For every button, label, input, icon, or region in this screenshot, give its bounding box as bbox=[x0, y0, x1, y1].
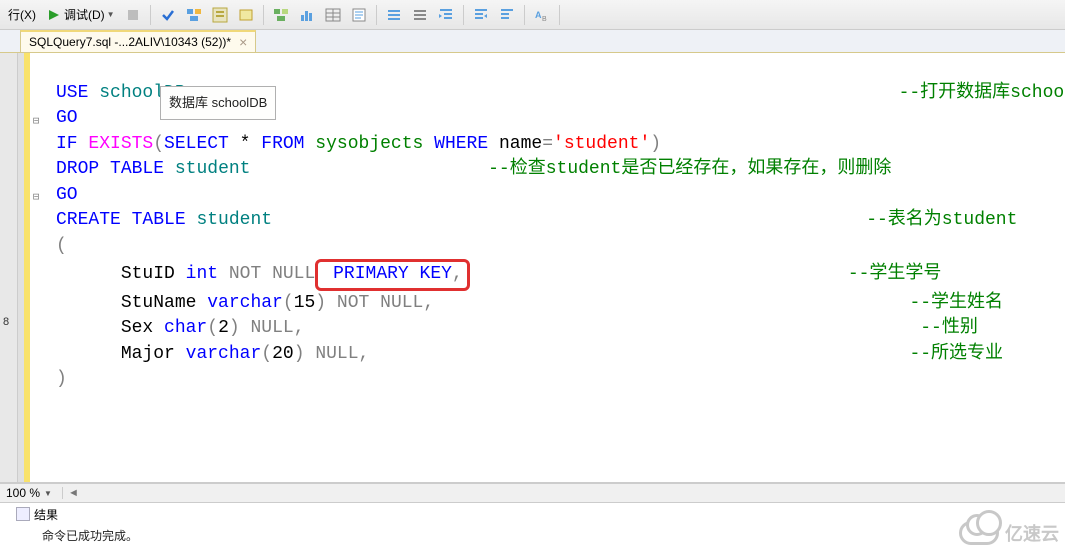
zoom-bar: 100 % ▼ ◄ bbox=[0, 483, 1065, 503]
chevron-down-icon: ▼ bbox=[107, 10, 115, 19]
parse-button[interactable] bbox=[156, 5, 180, 25]
intellisense-button[interactable] bbox=[234, 5, 258, 25]
toolbar-separator bbox=[376, 5, 377, 25]
svg-text:A: A bbox=[535, 10, 542, 20]
editor-area: ⊟ ⊟ USE schoolDB --打开数据库schoolDB GO IF E… bbox=[0, 53, 1065, 483]
fold-toggle[interactable]: ⊟ bbox=[30, 183, 42, 210]
svg-text:B: B bbox=[542, 16, 547, 23]
toolbar-separator bbox=[463, 5, 464, 25]
scroll-left-icon[interactable]: ◄ bbox=[62, 487, 84, 499]
uncomment-icon bbox=[412, 7, 428, 23]
results-icon bbox=[16, 507, 30, 521]
text-icon bbox=[351, 7, 367, 23]
main-toolbar: 行(X) 调试(D) ▼ bbox=[0, 0, 1065, 30]
options-icon bbox=[212, 7, 228, 23]
execute-button[interactable]: 行(X) bbox=[4, 4, 40, 25]
toolbar-separator bbox=[524, 5, 525, 25]
line-indicator: 8 bbox=[3, 316, 9, 328]
watermark-text: 亿速云 bbox=[1005, 520, 1059, 546]
plan-icon bbox=[186, 7, 202, 23]
results-tab-bar: 结果 bbox=[0, 503, 1065, 525]
stats-icon bbox=[299, 7, 315, 23]
actual-plan-icon bbox=[273, 7, 289, 23]
results-tab[interactable]: 结果 bbox=[34, 506, 58, 523]
primary-key-highlight: PRIMARY KEY, bbox=[315, 259, 469, 291]
stop-icon bbox=[125, 7, 141, 23]
document-tab[interactable]: SQLQuery7.sql -...2ALIV\10343 (52))* × bbox=[20, 30, 256, 52]
zoom-level[interactable]: 100 % bbox=[6, 486, 40, 500]
ab-icon: AB bbox=[534, 7, 550, 23]
client-stats-button[interactable] bbox=[295, 5, 319, 25]
hover-tooltip: 数据库 schoolDB bbox=[160, 86, 276, 120]
indent-button[interactable] bbox=[434, 5, 458, 25]
indent-icon bbox=[438, 7, 454, 23]
toolbar-separator bbox=[559, 5, 560, 25]
grid-icon bbox=[325, 7, 341, 23]
result-message: 命令已成功完成。 bbox=[42, 529, 138, 543]
sql-editor[interactable]: USE schoolDB --打开数据库schoolDB GO IF EXIST… bbox=[42, 53, 1065, 482]
comment-icon bbox=[386, 7, 402, 23]
tab-title: SQLQuery7.sql -...2ALIV\10343 (52))* bbox=[29, 35, 231, 49]
tab-bar: SQLQuery7.sql -...2ALIV\10343 (52))* × bbox=[0, 30, 1065, 53]
results-pane: 命令已成功完成。 bbox=[0, 525, 1065, 544]
chevron-down-icon[interactable]: ▼ bbox=[44, 489, 52, 498]
outdent2-icon bbox=[499, 7, 515, 23]
toolbar-separator bbox=[263, 5, 264, 25]
intellisense-icon bbox=[238, 7, 254, 23]
uncomment-button[interactable] bbox=[408, 5, 432, 25]
comment-button[interactable] bbox=[382, 5, 406, 25]
stop-button[interactable] bbox=[121, 5, 145, 25]
play-icon bbox=[46, 7, 62, 23]
outline-strip: ⊟ ⊟ bbox=[30, 53, 42, 482]
results-grid-button[interactable] bbox=[321, 5, 345, 25]
watermark: 亿速云 bbox=[959, 520, 1059, 546]
query-options-button[interactable] bbox=[208, 5, 232, 25]
close-icon[interactable]: × bbox=[239, 35, 247, 49]
margin-strip bbox=[0, 53, 18, 482]
check-icon bbox=[160, 7, 176, 23]
run-label: 行(X) bbox=[8, 6, 36, 23]
actual-plan-button[interactable] bbox=[269, 5, 293, 25]
results-text-button[interactable] bbox=[347, 5, 371, 25]
fold-toggle[interactable]: ⊟ bbox=[30, 107, 42, 134]
cloud-icon bbox=[959, 521, 999, 545]
debug-label: 调试(D) bbox=[64, 6, 105, 23]
estimated-plan-button[interactable] bbox=[182, 5, 206, 25]
toolbar-separator bbox=[150, 5, 151, 25]
specify-values-button[interactable]: AB bbox=[530, 5, 554, 25]
outdent-icon bbox=[473, 7, 489, 23]
outdent2-button[interactable] bbox=[495, 5, 519, 25]
debug-button[interactable]: 调试(D) ▼ bbox=[42, 4, 119, 25]
outdent-button[interactable] bbox=[469, 5, 493, 25]
